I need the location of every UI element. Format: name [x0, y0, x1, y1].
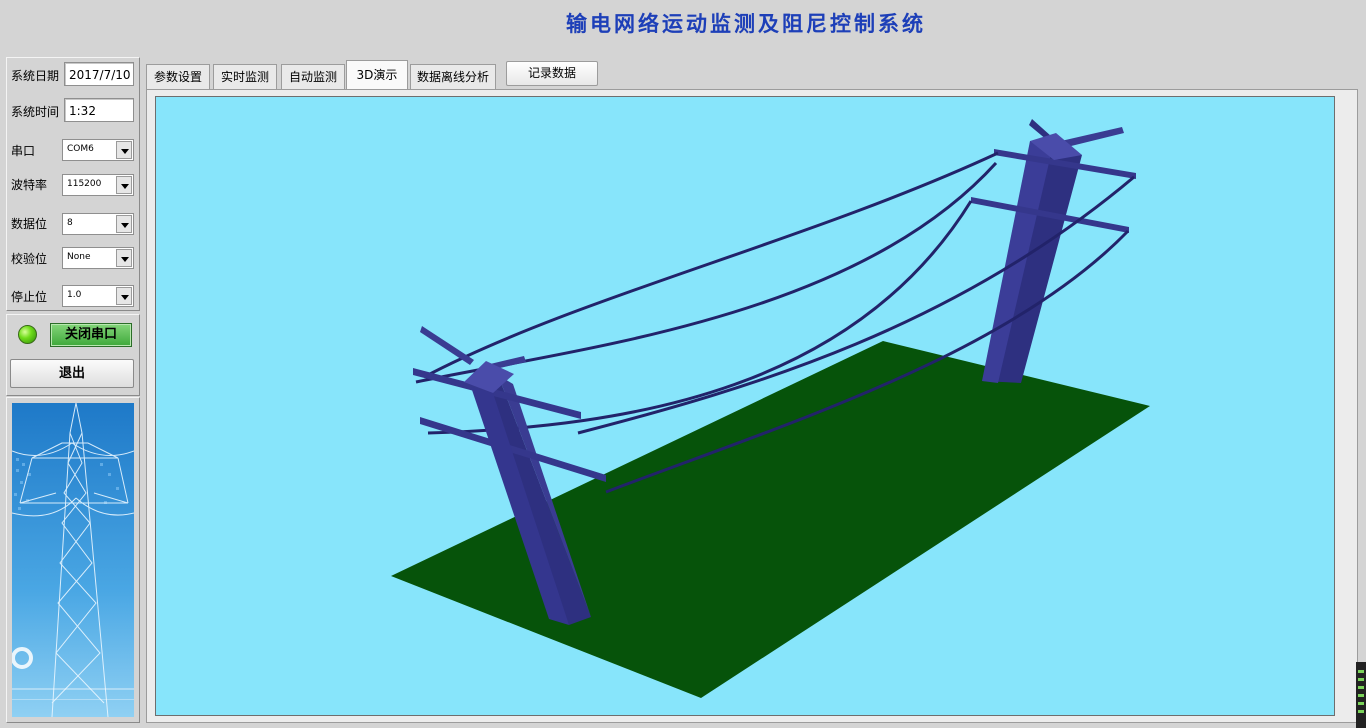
data-bits-label: 数据位	[11, 217, 48, 231]
parity-label: 校验位	[11, 252, 48, 266]
tab-parameter-settings[interactable]: 参数设置	[146, 64, 210, 89]
scroll-indicator[interactable]	[1356, 662, 1366, 728]
date-field[interactable]: 2017/7/10	[64, 62, 134, 86]
time-label: 系统时间	[11, 105, 60, 119]
baud-rate-select[interactable]: 115200	[62, 174, 134, 196]
status-led-icon	[18, 325, 37, 344]
tab-offline-analysis[interactable]: 数据离线分析	[410, 64, 496, 89]
chevron-down-icon[interactable]	[116, 176, 132, 194]
baud-rate-value: 115200	[67, 179, 102, 189]
chevron-down-icon[interactable]	[116, 141, 132, 159]
parity-value: None	[67, 252, 91, 262]
data-bits-value: 8	[67, 218, 73, 228]
tab-auto-monitor[interactable]: 自动监测	[281, 64, 345, 89]
data-bits-select[interactable]: 8	[62, 213, 134, 235]
tab-realtime-monitor[interactable]: 实时监测	[213, 64, 277, 89]
time-field[interactable]: 1:32	[64, 98, 134, 122]
tab-content-panel	[146, 89, 1358, 723]
stop-bits-value: 1.0	[67, 290, 82, 300]
parity-select[interactable]: None	[62, 247, 134, 269]
transmission-tower-image	[12, 403, 134, 717]
chevron-down-icon[interactable]	[116, 287, 132, 305]
stop-bits-label: 停止位	[11, 290, 48, 304]
exit-button[interactable]: 退出	[10, 359, 134, 388]
chevron-down-icon[interactable]	[116, 215, 132, 233]
baud-rate-label: 波特率	[11, 178, 48, 192]
stop-bits-select[interactable]: 1.0	[62, 285, 134, 307]
serial-port-label: 串口	[11, 144, 36, 158]
serial-port-select[interactable]: COM6	[62, 139, 134, 161]
3d-scene-view[interactable]	[155, 96, 1335, 716]
far-utility-pole	[971, 119, 1136, 383]
chevron-down-icon[interactable]	[116, 249, 132, 267]
tab-3d-demo[interactable]: 3D演示	[346, 60, 408, 90]
app-title: 输电网络运动监测及阻尼控制系统	[566, 11, 926, 36]
date-label: 系统日期	[11, 69, 60, 83]
power-line-3d-scene	[391, 119, 1150, 698]
close-port-button[interactable]: 关闭串口	[50, 323, 132, 347]
record-data-button[interactable]: 记录数据	[506, 61, 598, 86]
serial-port-value: COM6	[67, 144, 94, 154]
